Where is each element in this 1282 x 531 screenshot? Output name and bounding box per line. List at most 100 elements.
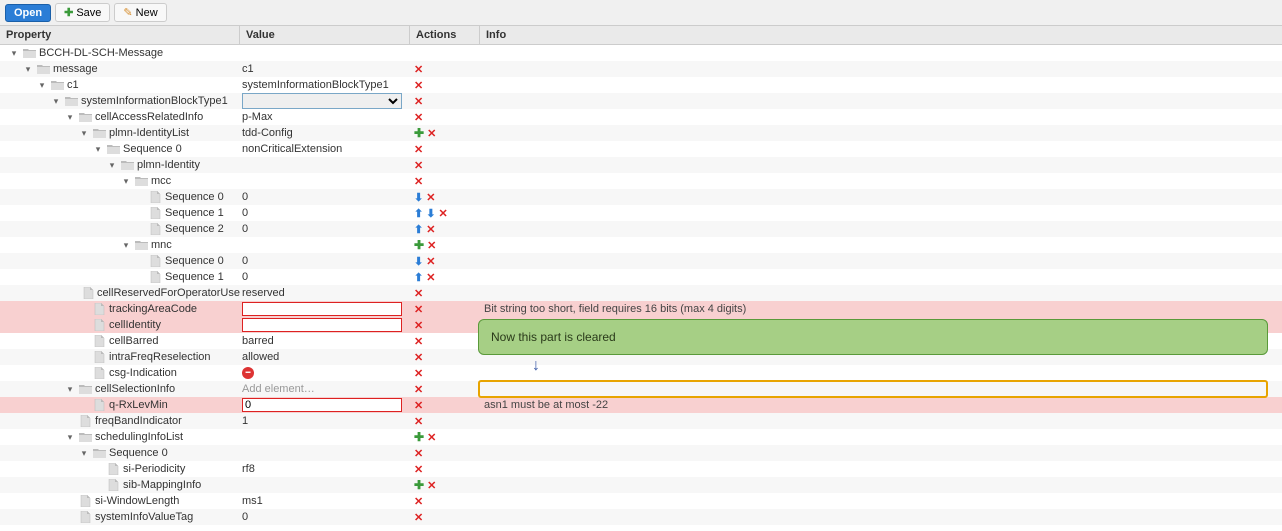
delete-icon[interactable]: ✕	[426, 255, 435, 268]
expand-toggle[interactable]: ▾	[79, 448, 89, 459]
value-select[interactable]	[242, 93, 402, 109]
move-down-icon[interactable]: ⬇	[414, 191, 423, 204]
add-icon[interactable]: ✚	[414, 126, 424, 140]
delete-icon[interactable]: ✕	[414, 175, 423, 188]
tree-row[interactable]: Sequence 00⬇✕	[0, 189, 1282, 205]
property-cell: Sequence 1	[0, 207, 240, 219]
delete-icon[interactable]: ✕	[414, 495, 423, 508]
delete-icon[interactable]: ✕	[414, 415, 423, 428]
tree-row[interactable]: Sequence 10⬆✕	[0, 269, 1282, 285]
tree-row[interactable]: ▾plmn-IdentityListtdd-Config✚✕	[0, 125, 1282, 141]
tree-row[interactable]: ▾schedulingInfoList✚✕	[0, 429, 1282, 445]
delete-icon[interactable]: ✕	[426, 223, 435, 236]
add-icon[interactable]: ✚	[414, 478, 424, 492]
tree-row[interactable]: si-Periodicityrf8✕	[0, 461, 1282, 477]
add-icon[interactable]: ✚	[414, 430, 424, 444]
delete-icon[interactable]: ✕	[427, 479, 436, 492]
move-down-icon[interactable]: ⬇	[414, 255, 423, 268]
value-text: 0	[242, 255, 248, 267]
tree-row[interactable]: trackingAreaCode✕Bit string too short, f…	[0, 301, 1282, 317]
tree-row[interactable]: ▾Sequence 0✕	[0, 445, 1282, 461]
new-label: New	[136, 7, 158, 19]
tree-row[interactable]: ▾Sequence 0nonCriticalExtension✕	[0, 141, 1282, 157]
move-up-icon[interactable]: ⬆	[414, 207, 423, 220]
add-icon[interactable]: ✚	[414, 238, 424, 252]
save-button[interactable]: ✚ Save	[55, 3, 110, 22]
delete-icon[interactable]: ✕	[414, 447, 423, 460]
value-input[interactable]	[242, 318, 402, 332]
value-input[interactable]	[242, 302, 402, 316]
new-button[interactable]: ✎ New	[114, 3, 166, 22]
expand-toggle[interactable]: ▾	[93, 144, 103, 155]
tree-row[interactable]: ▾ BCCH-DL-SCH-Message	[0, 45, 1282, 61]
value-text: c1	[242, 63, 254, 75]
delete-icon[interactable]: ✕	[427, 239, 436, 252]
delete-icon[interactable]: ✕	[414, 143, 423, 156]
delete-icon[interactable]: ✕	[414, 303, 423, 316]
folder-icon	[134, 239, 148, 251]
delete-icon[interactable]: ✕	[414, 351, 423, 364]
tree-row[interactable]: ▾c1systemInformationBlockType1✕	[0, 77, 1282, 93]
tree-row[interactable]: cellReservedForOperatorUsereserved✕	[0, 285, 1282, 301]
expand-toggle[interactable]: ▾	[51, 96, 61, 107]
expand-toggle[interactable]: ▾	[107, 160, 117, 171]
delete-icon[interactable]: ✕	[414, 319, 423, 332]
tree-row[interactable]: Sequence 10⬆⬇✕	[0, 205, 1282, 221]
expand-toggle[interactable]: ▾	[23, 64, 33, 75]
delete-icon[interactable]: ✕	[414, 159, 423, 172]
tree-row[interactable]: ▾cellAccessRelatedInfop-Max✕	[0, 109, 1282, 125]
delete-icon[interactable]: ✕	[414, 79, 423, 92]
delete-icon[interactable]: ✕	[426, 191, 435, 204]
open-button[interactable]: Open	[5, 4, 51, 22]
delete-icon[interactable]: ✕	[427, 127, 436, 140]
value-text: 0	[242, 223, 248, 235]
leaf-icon	[92, 367, 106, 379]
expand-toggle[interactable]: ▾	[9, 48, 19, 59]
value-text: p-Max	[242, 111, 273, 123]
delete-icon[interactable]: ✕	[414, 287, 423, 300]
tree-row[interactable]: Sequence 00⬇✕	[0, 253, 1282, 269]
property-label: Sequence 0	[165, 191, 224, 203]
expand-toggle[interactable]: ▾	[79, 128, 89, 139]
expand-toggle[interactable]: ▾	[37, 80, 47, 91]
property-label: BCCH-DL-SCH-Message	[39, 47, 163, 59]
delete-icon[interactable]: ✕	[414, 463, 423, 476]
expand-toggle[interactable]: ▾	[121, 240, 131, 251]
delete-icon[interactable]: ✕	[414, 511, 423, 524]
property-label: trackingAreaCode	[109, 303, 197, 315]
tree-row[interactable]: ▾systemInformationBlockType1✕	[0, 93, 1282, 109]
tree-row[interactable]: sib-MappingInfo ✚✕	[0, 477, 1282, 493]
delete-icon[interactable]: ✕	[414, 95, 423, 108]
move-down-icon[interactable]: ⬇	[426, 207, 435, 220]
property-cell: sib-MappingInfo	[0, 479, 240, 491]
actions-cell: ✕	[410, 303, 480, 316]
delete-icon[interactable]: ✕	[438, 207, 447, 220]
tree-row[interactable]: ▾mcc✕	[0, 173, 1282, 189]
value-input[interactable]	[242, 398, 402, 412]
tree-row[interactable]: systemInfoValueTag0✕	[0, 509, 1282, 525]
delete-icon[interactable]: ✕	[427, 431, 436, 444]
tree-row[interactable]: ▾mnc✚✕	[0, 237, 1282, 253]
delete-icon[interactable]: ✕	[414, 111, 423, 124]
delete-icon[interactable]: ✕	[426, 271, 435, 284]
expand-toggle[interactable]: ▾	[65, 112, 75, 123]
tree-row[interactable]: q-RxLevMin✕asn1 must be at most -22	[0, 397, 1282, 413]
move-up-icon[interactable]: ⬆	[414, 271, 423, 284]
expand-toggle[interactable]: ▾	[121, 176, 131, 187]
tree-row[interactable]: Sequence 20⬆✕	[0, 221, 1282, 237]
tree-row[interactable]: si-WindowLengthms1✕	[0, 493, 1282, 509]
tree-row[interactable]: freqBandIndicator1✕	[0, 413, 1282, 429]
delete-icon[interactable]: ✕	[414, 367, 423, 380]
property-cell: csg-Indication	[0, 367, 240, 379]
expand-toggle[interactable]: ▾	[65, 432, 75, 443]
tree-row[interactable]: ▾messagec1✕	[0, 61, 1282, 77]
leaf-icon	[78, 415, 92, 427]
delete-icon[interactable]: ✕	[414, 63, 423, 76]
expand-toggle[interactable]: ▾	[65, 384, 75, 395]
delete-icon[interactable]: ✕	[414, 383, 423, 396]
move-up-icon[interactable]: ⬆	[414, 223, 423, 236]
tree-row[interactable]: ▾plmn-Identity✕	[0, 157, 1282, 173]
delete-icon[interactable]: ✕	[414, 335, 423, 348]
delete-icon[interactable]: ✕	[414, 399, 423, 412]
tree-row[interactable]: csg-Indication━✕	[0, 365, 1282, 381]
